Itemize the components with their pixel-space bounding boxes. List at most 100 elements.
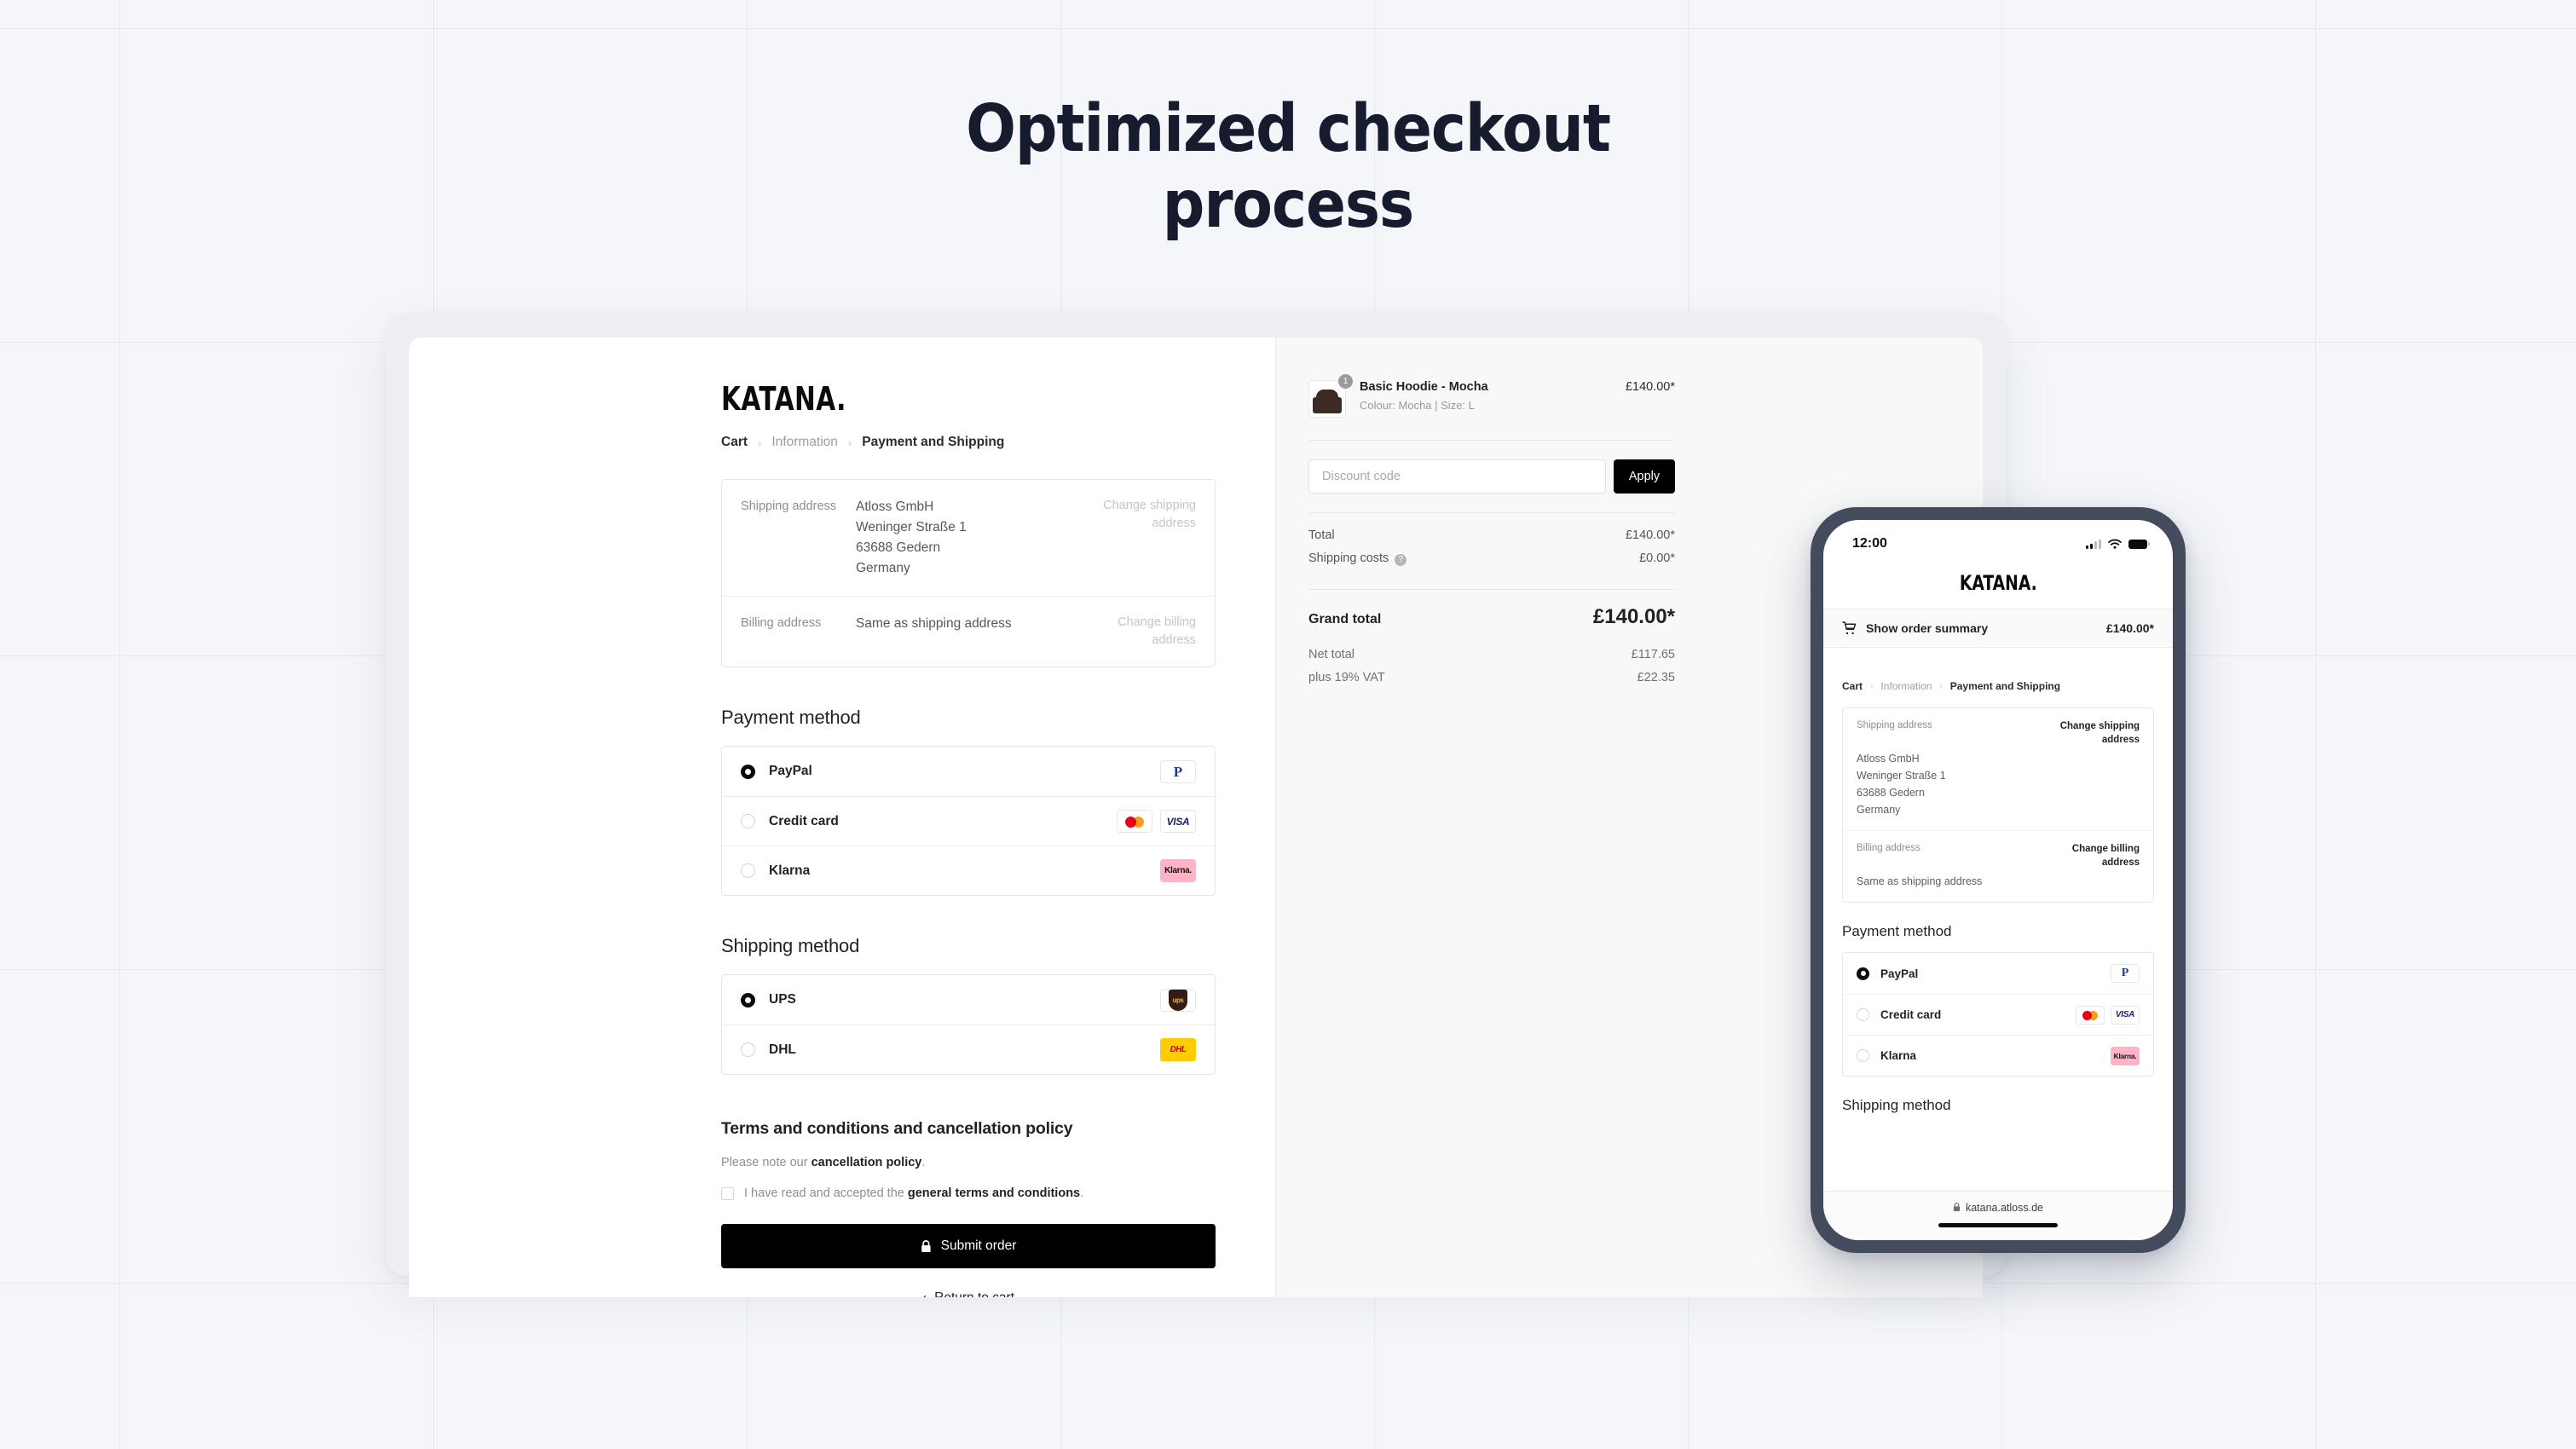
- mastercard-icon: [2076, 1005, 2105, 1025]
- phone-payment-option-paypal[interactable]: PayPal P: [1843, 953, 2153, 994]
- radio-paypal[interactable]: [741, 764, 755, 779]
- show-order-summary-label: Show order summary: [1866, 621, 1989, 635]
- phone-shipping-method-title: Shipping method: [1842, 1097, 1951, 1114]
- terms-title: Terms and conditions and cancellation po…: [721, 1119, 1073, 1139]
- shipping-method-title: Shipping method: [721, 935, 860, 957]
- phone-payment-method-title: Payment method: [1842, 923, 1952, 940]
- cancellation-policy-link[interactable]: cancellation policy: [811, 1156, 922, 1169]
- hoodie-image: [1313, 390, 1342, 413]
- klarna-icon: Klarna.: [2111, 1046, 2140, 1065]
- apply-discount-button[interactable]: Apply: [1614, 459, 1675, 494]
- terms-note-pre: Please note our: [721, 1156, 811, 1170]
- show-order-summary-bar[interactable]: Show order summary £140.00*: [1823, 609, 2173, 648]
- phone-shipping-address-block: Shipping address Change shipping address…: [1843, 708, 2153, 830]
- phone-radio-klarna[interactable]: [1857, 1049, 1869, 1063]
- radio-ups[interactable]: [741, 992, 755, 1007]
- phone-breadcrumb-item-payment-and-shipping: Payment and Shipping: [1949, 680, 2061, 692]
- order-line-item: 1 Basic Hoodie - Mocha Colour: Mocha | S…: [1308, 374, 1675, 440]
- mastercard-icon: [1117, 810, 1152, 834]
- chevron-right-icon: ›: [758, 436, 762, 449]
- change-shipping-address-link[interactable]: Change shipping address: [1077, 497, 1196, 579]
- phone-billing-address-block: Billing address Change billing address S…: [1843, 830, 2153, 902]
- net-totals-block: Net total £117.65 plus 19% VAT £22.35: [1308, 634, 1675, 684]
- wifi-icon: [2108, 539, 2122, 549]
- ups-icon: ups: [1160, 988, 1196, 1012]
- payment-method-title: Payment method: [721, 707, 861, 729]
- terms-checkbox-post: .: [1080, 1186, 1084, 1201]
- payment-option-klarna[interactable]: Klarna Klarna.: [722, 846, 1215, 895]
- phone-content: Cart › Information › Payment and Shippin…: [1823, 648, 2173, 1191]
- chevron-right-icon: ›: [1870, 681, 1874, 691]
- billing-address-label: Billing address: [741, 616, 822, 631]
- vat-value: £22.35: [1637, 670, 1675, 684]
- cancellation-policy-note: Please note our cancellation policy.: [721, 1156, 1216, 1169]
- payment-option-label: Klarna: [769, 863, 811, 878]
- breadcrumb-item-payment-and-shipping: Payment and Shipping: [862, 435, 1005, 449]
- payment-option-credit-card[interactable]: Credit card VISA: [722, 796, 1215, 846]
- shipping-address-value: Atloss GmbH Weninger Straße 1 63688 Gede…: [856, 497, 1077, 579]
- return-to-cart-link[interactable]: ‹ Return to cart: [721, 1290, 1216, 1297]
- payment-method-list: PayPal P Credit card VISA Klarna Klarna.: [721, 746, 1216, 897]
- phone-shipping-address-label: Shipping address: [1857, 720, 1932, 730]
- home-indicator[interactable]: [1938, 1223, 2058, 1227]
- chevron-right-icon: ›: [847, 436, 852, 449]
- phone-address-card: Shipping address Change shipping address…: [1842, 707, 2154, 903]
- lock-icon: [921, 1239, 931, 1252]
- billing-address-value: Same as shipping address: [856, 616, 1012, 632]
- shipping-option-ups[interactable]: UPS ups: [722, 975, 1215, 1025]
- phone-payment-option-credit-card[interactable]: Credit card VISA: [1843, 994, 2153, 1035]
- general-terms-link[interactable]: general terms and conditions: [908, 1186, 1080, 1200]
- shipping-option-label: DHL: [769, 1042, 796, 1057]
- submit-order-button[interactable]: Submit order: [721, 1224, 1216, 1269]
- payment-option-label: Credit card: [769, 813, 839, 828]
- chevron-right-icon: ›: [1939, 681, 1943, 691]
- phone-payment-option-label: Credit card: [1880, 1008, 1942, 1022]
- change-billing-address-link[interactable]: Change billing address: [1077, 614, 1196, 649]
- phone-change-shipping-address-link[interactable]: Change shipping address: [2054, 720, 2140, 747]
- breadcrumb-item-information[interactable]: Information: [771, 435, 838, 450]
- klarna-icon: Klarna.: [1160, 859, 1196, 883]
- shipping-address-line-1: Atloss GmbH: [856, 499, 934, 514]
- shipping-option-dhl[interactable]: DHL DHL: [722, 1025, 1215, 1074]
- radio-dhl[interactable]: [741, 1042, 755, 1058]
- shipping-costs-row: Shipping costs? £0.00*: [1308, 551, 1675, 566]
- phone-shipping-line-1: Atloss GmbH: [1857, 753, 1920, 765]
- radio-credit-card[interactable]: [741, 814, 755, 829]
- cellular-signal-icon: [2086, 539, 2101, 549]
- phone-breadcrumb-item-cart[interactable]: Cart: [1842, 680, 1863, 692]
- shipping-method-list: UPS ups DHL DHL: [721, 974, 1216, 1076]
- terms-checkbox-pre: I have read and accepted the: [744, 1186, 908, 1201]
- phone-status-bar: 12:00: [1823, 520, 2173, 563]
- phone-breadcrumb-item-information[interactable]: Information: [1880, 680, 1932, 692]
- headline-line-2: process: [1162, 166, 1414, 243]
- phone-payment-option-klarna[interactable]: Klarna Klarna.: [1843, 1035, 2153, 1076]
- phone-radio-paypal[interactable]: [1857, 967, 1869, 980]
- terms-checkbox[interactable]: [721, 1186, 734, 1200]
- payment-option-paypal[interactable]: PayPal P: [722, 747, 1215, 796]
- lock-icon: [1953, 1203, 1961, 1211]
- quantity-badge: 1: [1338, 374, 1353, 389]
- shipping-address-label: Shipping address: [741, 499, 837, 513]
- checkout-form-pane: KATANA. Cart › Information › Payment and…: [409, 338, 1275, 1297]
- vat-label: plus 19% VAT: [1308, 670, 1385, 684]
- grand-total-row: Grand total £140.00*: [1308, 590, 1675, 634]
- terms-checkbox-row[interactable]: I have read and accepted the general ter…: [721, 1186, 1216, 1200]
- discount-code-input[interactable]: [1308, 459, 1606, 494]
- shipping-costs-value: £0.00*: [1639, 551, 1675, 566]
- shipping-address-line-3: 63688 Gedern: [856, 540, 941, 556]
- phone-shipping-address-value: Atloss GmbH Weninger Straße 1 63688 Gede…: [1857, 750, 2140, 818]
- phone-url-bar[interactable]: katana.atloss.de: [1823, 1191, 2173, 1240]
- totals-block: Total £140.00* Shipping costs? £0.00*: [1308, 513, 1675, 589]
- phone-screen: 12:00 KATANA. Show order summary £140.00…: [1823, 520, 2173, 1240]
- phone-radio-credit-card[interactable]: [1857, 1008, 1869, 1022]
- help-icon[interactable]: ?: [1395, 553, 1407, 566]
- breadcrumb: Cart › Information › Payment and Shippin…: [721, 435, 1216, 450]
- phone-url: katana.atloss.de: [1953, 1202, 2043, 1214]
- shipping-option-label: UPS: [769, 992, 796, 1007]
- radio-klarna[interactable]: [741, 863, 755, 879]
- phone-billing-address-label: Billing address: [1857, 843, 1920, 854]
- breadcrumb-item-cart[interactable]: Cart: [721, 435, 748, 450]
- phone-payment-method-list: PayPal P Credit card VISA Klarna Klarna.: [1842, 952, 2154, 1077]
- chevron-left-icon: ‹: [922, 1290, 927, 1297]
- phone-change-billing-address-link[interactable]: Change billing address: [2054, 843, 2140, 869]
